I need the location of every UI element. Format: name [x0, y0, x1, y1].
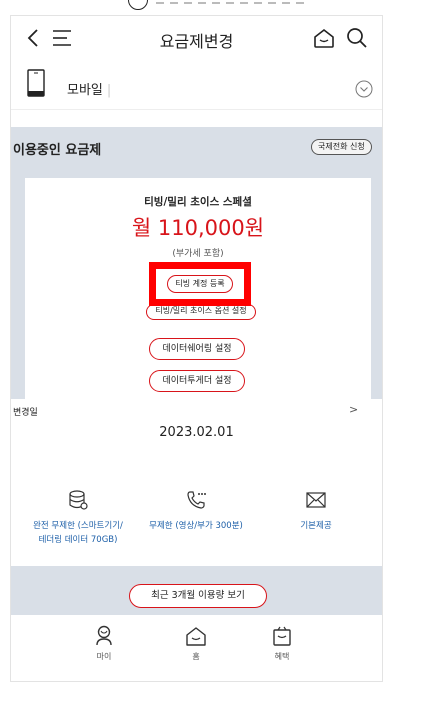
- device-type: 모바일: [67, 83, 103, 98]
- nav-home[interactable]: 홈: [171, 625, 221, 662]
- feature-data: 완전 무제한 (스마트기기/ 테더링 데이터 70GB): [13, 489, 143, 547]
- home-icon[interactable]: [311, 25, 337, 51]
- mobile-phone-icon: [27, 69, 45, 97]
- plan-price: 월 110,000원: [131, 216, 265, 240]
- device-label: 모바일 |: [67, 79, 111, 98]
- page: 요금제변경 모바일 | 이용중인 요금제 국제전화 신청 티빙/밀리 초이스 스…: [0, 0, 423, 701]
- vat-note: (부가세 포함): [172, 249, 224, 259]
- nav-my-label: 마이: [96, 652, 112, 661]
- feature-data-line1: 완전 무제한 (스마트기기/: [33, 521, 123, 531]
- envelope-icon: [306, 492, 326, 508]
- change-date-label: 변경일: [13, 408, 38, 418]
- plan-features: 완전 무제한 (스마트기기/ 테더링 데이터 70GB) 무제한 (영상/부가 …: [11, 459, 382, 566]
- phone-frame: 요금제변경 모바일 | 이용중인 요금제 국제전화 신청 티빙/밀리 초이스 스…: [10, 15, 383, 682]
- option-settings-button[interactable]: 티빙/밀리 초이스 옵션 설정: [146, 304, 256, 320]
- database-icon: [69, 490, 88, 510]
- change-date-value: 2023.02.01: [159, 425, 234, 440]
- change-date-row[interactable]: 변경일 > 2023.02.01: [11, 399, 382, 459]
- feature-sms-line1: 기본제공: [300, 521, 332, 531]
- intl-call-button[interactable]: 국제전화 신청: [311, 139, 372, 155]
- plan-name: 티빙/밀리 초이스 스페셜: [144, 196, 252, 208]
- nav-home-label: 홈: [192, 652, 200, 661]
- device-separator: |: [106, 83, 112, 98]
- phone-call-icon: [187, 491, 206, 509]
- chevron-right-icon[interactable]: >: [349, 403, 358, 416]
- data-together-button[interactable]: 데이터투게더 설정: [149, 370, 245, 392]
- tving-account-button[interactable]: 티빙 계정 등록: [167, 275, 233, 293]
- nav-benefit-label: 혜택: [274, 652, 290, 661]
- app-header: 요금제변경: [11, 16, 382, 60]
- feature-voice-line1: 무제한 (영상/부가 300분): [149, 521, 243, 531]
- feature-sms: 기본제공: [261, 489, 371, 533]
- feature-voice: 무제한 (영상/부가 300분): [141, 489, 251, 533]
- circle-icon: [128, 0, 148, 10]
- home-icon: [186, 627, 206, 646]
- person-icon: [96, 625, 112, 646]
- nav-my[interactable]: 마이: [79, 625, 129, 662]
- current-plan-section: 이용중인 요금제 국제전화 신청 티빙/밀리 초이스 스페셜 월 110,000…: [11, 127, 382, 615]
- data-sharing-button[interactable]: 데이터쉐어링 설정: [149, 338, 245, 360]
- nav-benefit[interactable]: 혜택: [257, 625, 307, 662]
- device-selector[interactable]: 모바일 |: [11, 60, 382, 110]
- search-icon[interactable]: [344, 25, 370, 51]
- gift-bag-icon: [273, 626, 291, 646]
- top-crop-strip: [0, 0, 423, 12]
- section-title: 이용중인 요금제: [13, 143, 102, 158]
- feature-data-line2: 테더링 데이터 70GB): [38, 535, 118, 545]
- dotted-line: [156, 2, 306, 4]
- plan-card: 티빙/밀리 초이스 스페셜 월 110,000원 (부가세 포함) 티빙/밀리 …: [25, 178, 371, 399]
- bottom-nav: 마이 홈 혜택: [11, 615, 382, 681]
- usage-history-button[interactable]: 최근 3개월 이용량 보기: [129, 584, 267, 608]
- chevron-down-circle-icon[interactable]: [355, 80, 373, 98]
